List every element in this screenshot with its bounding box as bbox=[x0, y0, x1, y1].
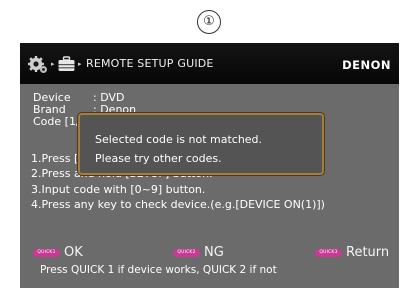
screen-title: REMOTE SETUP GUIDE bbox=[86, 57, 214, 70]
instruction-line: 3.Input code with [0~9] button. bbox=[31, 182, 206, 196]
return-label: Return bbox=[346, 245, 390, 260]
quick2-button-icon[interactable]: QUICK2 bbox=[173, 249, 200, 257]
device-row: Device : DVD bbox=[33, 92, 373, 104]
step-marker: ① bbox=[197, 10, 221, 34]
ng-label: NG bbox=[204, 245, 224, 260]
ok-label: OK bbox=[64, 245, 83, 260]
briefcase-icon bbox=[58, 56, 75, 71]
hint-text: Press QUICK 1 if device works, QUICK 2 i… bbox=[40, 264, 277, 276]
breadcrumb-arrow: ▸ bbox=[78, 60, 82, 68]
brand-logo: DENON bbox=[342, 58, 391, 72]
instruction-line: 4.Press any key to check device.(e.g.[DE… bbox=[31, 197, 325, 211]
header-bar: ▸ ▸ REMOTE SETUP GUIDE DENON bbox=[20, 43, 399, 84]
breadcrumb-arrow: ▸ bbox=[51, 60, 55, 68]
action-bar: QUICK1 OK QUICK2 NG QUICK3 Return bbox=[20, 245, 399, 261]
error-popup: Selected code is not matched. Please try… bbox=[78, 113, 324, 175]
quick1-button-icon[interactable]: QUICK1 bbox=[33, 249, 60, 257]
popup-message: Please try other codes. bbox=[95, 152, 222, 165]
gear-icon bbox=[28, 56, 47, 73]
quick3-button-icon[interactable]: QUICK3 bbox=[315, 249, 342, 257]
popup-message: Selected code is not matched. bbox=[95, 133, 263, 146]
remote-setup-screen: ▸ ▸ REMOTE SETUP GUIDE DENON Device : DV… bbox=[20, 43, 399, 288]
